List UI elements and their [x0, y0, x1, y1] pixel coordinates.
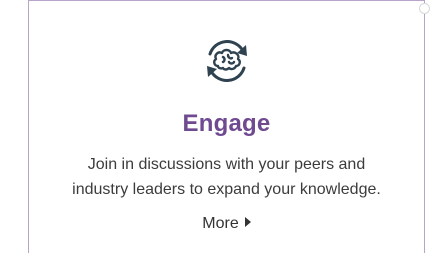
corner-handle-icon	[419, 3, 430, 14]
card-title: Engage	[182, 110, 271, 137]
engage-card: Engage Join in discussions with your pee…	[28, 0, 430, 253]
description-line-1: Join in discussions with your peers and	[87, 156, 366, 173]
more-link[interactable]: More	[29, 215, 424, 233]
more-link-label: More	[202, 215, 239, 232]
engage-brain-cycle-icon	[198, 38, 256, 84]
card-description: Join in discussions with your peers and …	[29, 152, 424, 202]
play-arrow-icon	[244, 217, 251, 227]
description-line-2: industry leaders to expand your knowledg…	[72, 181, 381, 198]
